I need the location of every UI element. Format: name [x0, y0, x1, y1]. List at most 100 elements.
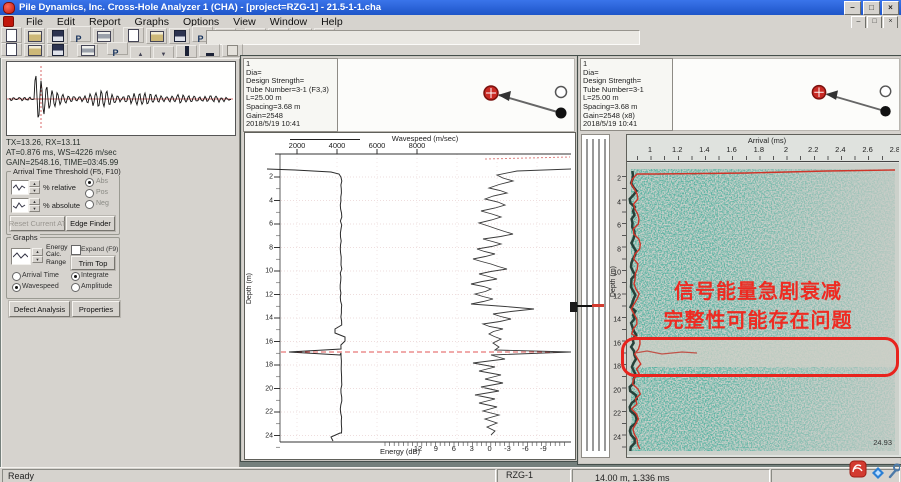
toolbar-button-new[interactable] [123, 27, 144, 43]
minimize-button[interactable]: – [844, 1, 861, 15]
pdi-logo-icon [3, 2, 15, 14]
arrival-axis-label: Arrival (ms) [687, 136, 847, 145]
polarity-neg-label: Neg [96, 200, 109, 207]
relative-threshold-stepper[interactable]: ▲▼ [29, 180, 40, 193]
open-icon [28, 31, 42, 42]
polarity-neg-radio[interactable] [85, 200, 94, 209]
tube-schematic-strip [581, 134, 610, 458]
wrench-icon[interactable] [887, 463, 900, 479]
arrival-axis-line [627, 161, 899, 162]
tick-label: 2 [784, 145, 788, 154]
open-icon [28, 45, 42, 56]
toolbar-recessed-strip [206, 30, 640, 45]
status-pile-name: RZG-1 [506, 470, 533, 480]
properties-button[interactable]: Properties [72, 301, 120, 317]
preview-icon [76, 29, 86, 40]
maximize-button[interactable]: □ [863, 1, 880, 15]
tick-label: 10 [613, 270, 621, 277]
annotation-line-1: 信号能量急剧衰减 [633, 275, 883, 304]
toolbar-button-save[interactable] [47, 44, 68, 57]
tick-label: 1.8 [754, 145, 764, 154]
tick-label: -9 [540, 444, 547, 453]
depth-cursor-line-red [592, 304, 604, 307]
max-arrival-value: 24.93 [852, 438, 892, 447]
wavespeed-radio[interactable] [12, 283, 21, 292]
status-cursor-position: 14.00 m, 1.336 ms [595, 473, 670, 482]
tick-label: 2.6 [862, 145, 872, 154]
tick-label: 18 [613, 364, 621, 371]
tick-label: 16 [613, 340, 621, 347]
group-title: Arrival Time Threshold (F5, F10) [11, 167, 123, 176]
cha-application-window: Pile Dynamics, Inc. Cross-Hole Analyzer … [0, 0, 901, 482]
toolbar-separator [69, 42, 76, 56]
edge-finder-button[interactable]: Edge Finder [66, 216, 115, 231]
waveform-monitor[interactable] [6, 61, 236, 136]
reset-current-at-button[interactable]: Reset Current AT [10, 216, 65, 231]
new-icon [6, 43, 17, 56]
trim-top-button[interactable]: Trim Top [71, 256, 115, 270]
close-button[interactable]: × [882, 1, 899, 15]
arrival-minor-ticks [637, 156, 895, 160]
text-line: 2018/5/19 10:41 [246, 120, 335, 129]
arrival-threshold-group: Arrival Time Threshold (F5, F10) ▲▼ % re… [6, 171, 120, 235]
toolbar-button-print[interactable] [77, 44, 98, 57]
wavespeed-window: 1Dia=Design Strength=Tube Number=3-1 (F3… [240, 55, 578, 462]
energy-range-stepper[interactable]: ▲▼ [32, 248, 43, 263]
energy-axis-label: Energy (dB) [345, 447, 455, 456]
integrate-label: Integrate [81, 272, 109, 279]
bar-icon [185, 46, 189, 56]
control-panel: TX=13.26, RX=13.11AT=0.876 ms, WS=4226 m… [1, 58, 240, 468]
toolbar-button-open[interactable] [24, 44, 45, 57]
depth-ticks: 24681012141618202224 [611, 56, 621, 464]
tick-label: 2.8 [890, 145, 899, 154]
depth-cursor-line-black [577, 305, 592, 307]
polarity-abs-radio[interactable] [85, 178, 94, 187]
toolbar-button-min[interactable] [199, 44, 220, 57]
tube-pair-diagram [800, 72, 895, 122]
preview-icon [113, 43, 123, 54]
energy-range-label: Energy Calc. Range [46, 244, 72, 266]
tick-label: 1.2 [672, 145, 682, 154]
amplitude-radio[interactable] [71, 283, 80, 292]
arrival-ticks: 11.21.41.61.822.22.42.62.8 [627, 145, 899, 154]
group-title: Graphs [11, 233, 40, 242]
new-icon [6, 29, 17, 42]
toolbar-button-preview[interactable] [70, 26, 91, 42]
status-bar: Ready RZG-1 14.00 m, 1.336 ms [0, 467, 901, 482]
toolbar-button-new[interactable] [1, 43, 22, 56]
arrival-time-radio[interactable] [12, 272, 21, 281]
toolbar-button-new[interactable] [1, 27, 22, 43]
expand-checkbox[interactable] [71, 245, 81, 255]
absolute-threshold-icon [11, 198, 29, 213]
amplitude-label: Amplitude [81, 283, 112, 290]
wavespeed-label: Wavespeed [22, 283, 59, 290]
tube-pair-diagram [471, 72, 571, 124]
absolute-label: % absolute [43, 201, 80, 210]
tick-label: 20 [613, 387, 621, 394]
window-title: Pile Dynamics, Inc. Cross-Hole Analyzer … [19, 2, 381, 13]
defect-analysis-button[interactable]: Defect Analysis [9, 301, 70, 317]
tick-label: -6 [522, 444, 529, 453]
tick-label: 12 [613, 293, 621, 300]
blue-gem-icon[interactable] [872, 467, 884, 479]
tick-label: 14 [613, 317, 621, 324]
toolbar-button-down[interactable] [153, 46, 174, 59]
toolbar-button-preview[interactable] [107, 42, 128, 55]
pile-header-info: 1Dia=Design Strength=Tube Number=3-1 (F3… [243, 58, 338, 132]
tick-label: -3 [504, 444, 511, 453]
toolbar-button-up[interactable] [130, 46, 151, 59]
toolbar-button-bar[interactable] [176, 45, 197, 58]
wavespeed-plot-frame[interactable]: Wavespeed (m/sec) 2000400060008000 Depth… [244, 132, 576, 460]
integrate-radio[interactable] [71, 272, 80, 281]
tick-label: 0 [488, 444, 492, 453]
box-icon [227, 45, 238, 56]
annotation-line-2: 完整性可能存在问题 [633, 304, 883, 333]
red-seal-icon[interactable] [849, 460, 867, 478]
absolute-threshold-stepper[interactable]: ▲▼ [29, 198, 40, 211]
arrival-window: 1Dia=Design Strength=Tube Number=3-1L=25… [577, 55, 901, 465]
polarity-pos-radio[interactable] [85, 189, 94, 198]
text-line: TX=13.26, RX=13.11 [6, 138, 236, 148]
depth-cursor-handle[interactable] [570, 302, 577, 312]
tick-label: 3 [470, 444, 474, 453]
open-icon [150, 31, 164, 42]
